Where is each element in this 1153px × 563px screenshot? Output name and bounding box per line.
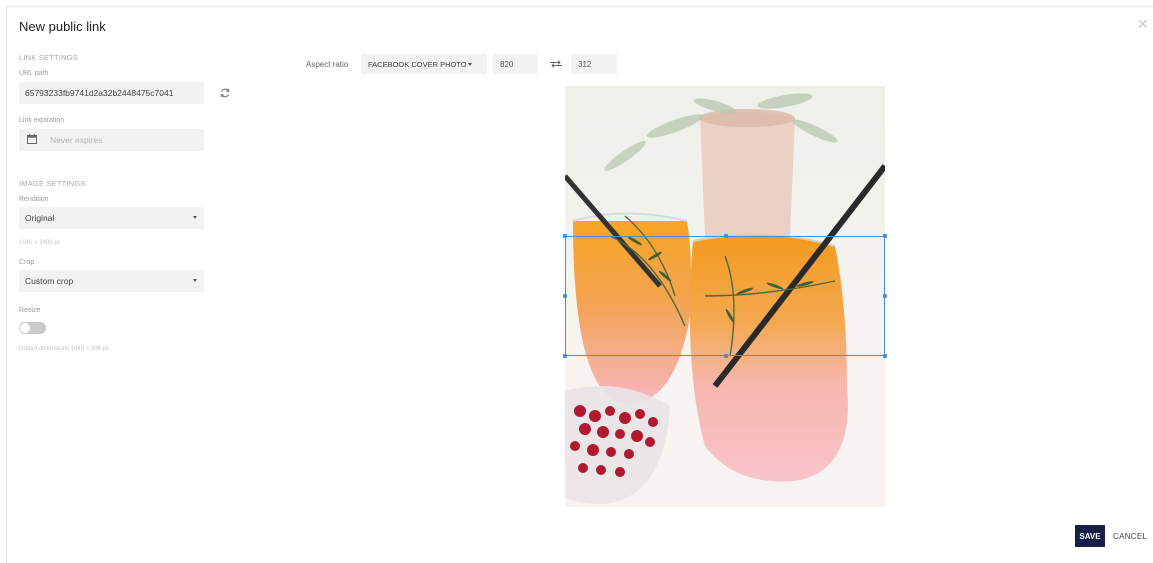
crop-handle[interactable]: [563, 234, 567, 238]
height-input[interactable]: 312: [571, 54, 617, 74]
cancel-button[interactable]: CANCEL: [1113, 525, 1147, 547]
output-dimensions: Output dimensions 1040 × 396 px: [19, 346, 109, 352]
expiration-input[interactable]: [50, 135, 204, 145]
dialog-title: New public link: [19, 19, 106, 34]
url-path-field[interactable]: 65793233fb9741d2a32b2448475c7041: [19, 82, 204, 104]
resize-toggle[interactable]: [19, 322, 46, 334]
crop-handle[interactable]: [883, 294, 887, 298]
rendition-value: Original: [25, 213, 55, 223]
resize-label: Resize: [19, 307, 41, 314]
aspect-ratio-label: Aspect ratio: [306, 60, 349, 69]
calendar-icon: [27, 134, 37, 144]
toggle-knob: [20, 323, 30, 333]
save-button[interactable]: SAVE: [1075, 525, 1105, 547]
crop-handle[interactable]: [563, 354, 567, 358]
crop-handle[interactable]: [883, 234, 887, 238]
crop-handle[interactable]: [883, 354, 887, 358]
crop-handle[interactable]: [724, 234, 728, 238]
chevron-down-icon: [193, 279, 197, 282]
chevron-down-icon: [193, 216, 197, 219]
image-settings-heading: IMAGE SETTINGS: [19, 179, 86, 188]
aspect-ratio-value: FACEBOOK COVER PHOTO: [368, 59, 467, 69]
chevron-down-icon: [467, 62, 472, 66]
url-path-value: 65793233fb9741d2a32b2448475c7041: [25, 88, 174, 98]
expiration-label: Link expiration: [19, 117, 65, 124]
crop-value: Custom crop: [25, 276, 74, 286]
link-settings-heading: LINK SETTINGS: [19, 53, 78, 62]
close-icon[interactable]: ✕: [1137, 17, 1149, 31]
refresh-icon[interactable]: [218, 86, 232, 100]
crop-box[interactable]: [563, 234, 887, 358]
crop-label: Crop: [19, 259, 35, 266]
rendition-dimensions: 1040 × 1400 px: [19, 240, 61, 246]
width-input[interactable]: 820: [493, 54, 538, 74]
swap-icon[interactable]: [549, 59, 563, 69]
crop-handle[interactable]: [724, 354, 728, 358]
rendition-label: Rendition: [19, 196, 49, 203]
expiration-field[interactable]: [19, 129, 204, 151]
rendition-select[interactable]: Original: [19, 207, 204, 229]
aspect-ratio-select[interactable]: FACEBOOK COVER PHOTO: [361, 54, 487, 74]
url-path-label: URL path: [19, 70, 49, 77]
crop-handle[interactable]: [563, 294, 567, 298]
crop-select[interactable]: Custom crop: [19, 270, 204, 292]
